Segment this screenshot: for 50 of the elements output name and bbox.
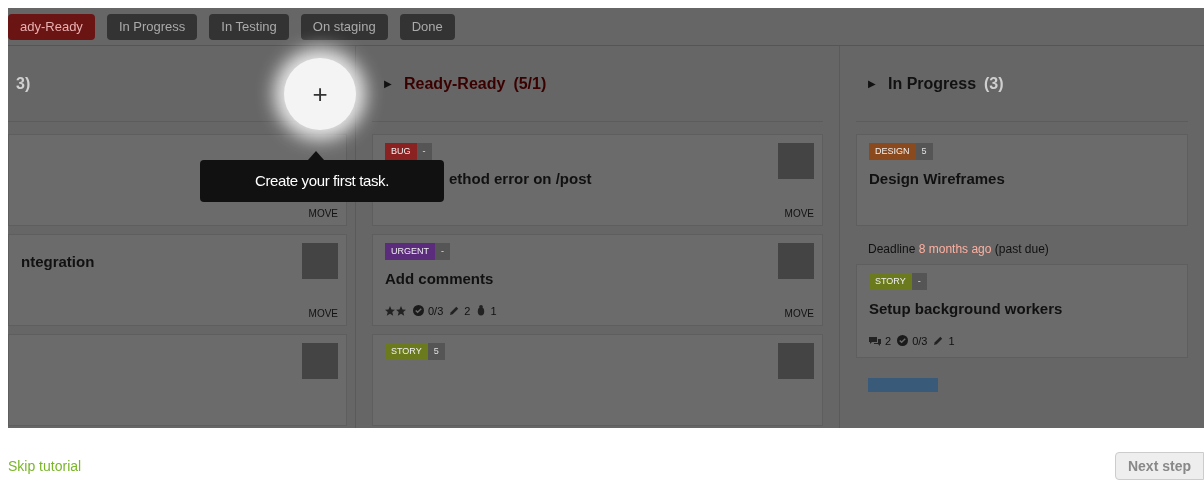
column-count: (3) <box>984 73 1004 94</box>
stat-count: 2 <box>464 303 471 319</box>
tag-label: DESIGN <box>869 143 916 160</box>
add-task-button[interactable]: + <box>284 58 356 130</box>
avatar-placeholder <box>302 343 338 379</box>
task-title: ntegration <box>21 252 96 272</box>
expander-icon[interactable]: ▶ <box>384 76 392 91</box>
tag-label: URGENT <box>385 243 435 260</box>
points-label: - <box>435 243 450 260</box>
column-count: (5/1) <box>513 73 547 94</box>
filter-tab[interactable]: In Testing <box>209 13 289 40</box>
pencil-icon <box>449 305 461 317</box>
filter-tab[interactable]: On staging <box>300 13 388 40</box>
stars-icon <box>385 305 407 316</box>
stat-count: 1 <box>948 333 955 349</box>
stat-count: 2 <box>885 333 892 349</box>
move-button[interactable]: MOVE <box>784 206 814 221</box>
column-count: 3) <box>16 73 31 94</box>
tag-label: BUG <box>385 143 417 160</box>
avatar-placeholder <box>302 243 338 279</box>
tag-label: STORY <box>869 273 912 290</box>
task-title: ethod error on /post <box>449 169 593 189</box>
column-title: In Progress <box>888 73 977 94</box>
expander-icon[interactable]: ▶ <box>868 76 876 91</box>
skip-tutorial-link[interactable]: Skip tutorial <box>8 455 82 477</box>
comments-icon <box>869 335 881 346</box>
avatar-placeholder <box>778 243 814 279</box>
bug-icon <box>476 305 487 317</box>
avatar-placeholder <box>778 143 814 179</box>
task-title: Design Wireframes <box>869 169 1006 189</box>
stat-count: 1 <box>490 303 497 319</box>
move-button[interactable]: MOVE <box>784 306 814 321</box>
check-circle-icon <box>897 335 909 347</box>
pencil-icon <box>933 335 945 347</box>
filter-tab[interactable]: Done <box>399 13 455 40</box>
move-button[interactable]: MOVE <box>308 306 338 321</box>
tooltip-text: Create your first task. <box>255 170 389 191</box>
filter-tab[interactable]: In Progress <box>106 13 198 40</box>
stat-count: 0/3 <box>912 333 928 349</box>
check-circle-icon <box>413 305 424 317</box>
avatar-placeholder <box>778 343 814 379</box>
tag-label: STORY <box>385 343 428 360</box>
filter-tab[interactable]: ady-Ready <box>8 13 95 40</box>
task-title: Setup background workers <box>869 299 1064 319</box>
stat-count: 0/3 <box>428 303 444 319</box>
task-title: Add comments <box>385 269 495 289</box>
next-step-button[interactable]: Next step <box>1114 452 1204 480</box>
deadline-text: Deadline 8 months ago (past due) <box>867 241 1050 258</box>
column-title: Ready-Ready <box>404 73 506 94</box>
move-button[interactable]: MOVE <box>308 206 338 221</box>
